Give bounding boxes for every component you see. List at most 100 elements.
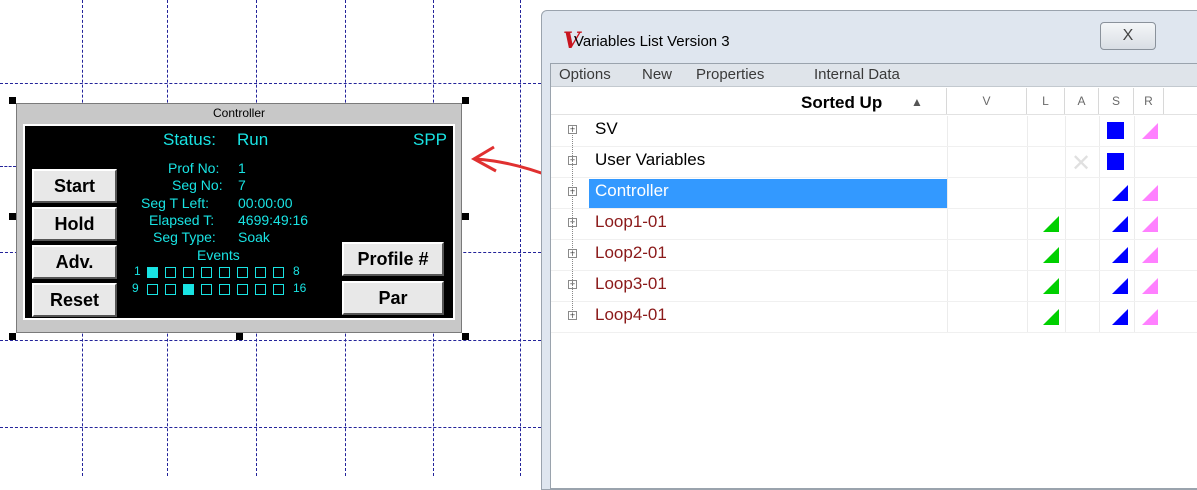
hold-button[interactable]: Hold <box>32 207 117 241</box>
cell-v <box>947 178 948 209</box>
column-header-r[interactable]: R <box>1134 88 1164 114</box>
cell-a <box>1065 240 1066 271</box>
cell-s <box>1099 178 1100 209</box>
events-row1-end: 8 <box>293 264 300 278</box>
seg-no-value: 7 <box>238 177 246 193</box>
event-indicator-1 <box>147 267 158 278</box>
column-header-s[interactable]: S <box>1099 88 1134 114</box>
blue-triangle-icon <box>1112 278 1128 294</box>
menu-internal-data[interactable]: Internal Data <box>814 66 900 83</box>
prof-no-label: Prof No: <box>168 160 220 176</box>
sort-label: Sorted Up <box>801 93 883 112</box>
reset-button[interactable]: Reset <box>32 283 117 317</box>
green-triangle-icon <box>1043 278 1059 294</box>
cell-l <box>1027 116 1028 147</box>
cell-s <box>1099 116 1100 147</box>
tree-row[interactable]: + Loop1-01 <box>551 209 1197 240</box>
cell-v <box>947 302 948 333</box>
events-row2-end: 16 <box>293 281 307 295</box>
status-value: Run <box>237 130 269 149</box>
event-indicator-10 <box>165 284 176 295</box>
tree-row[interactable]: + Loop4-01 <box>551 302 1197 333</box>
close-button[interactable]: X <box>1100 22 1156 50</box>
sort-header[interactable]: Sorted Up ▲ <box>551 88 947 114</box>
event-indicator-4 <box>201 267 212 278</box>
cell-l <box>1027 302 1028 333</box>
elapsed-time-value: 4699:49:16 <box>238 212 309 228</box>
cell-s <box>1099 240 1100 271</box>
profile-number-button[interactable]: Profile # <box>342 242 444 276</box>
cell-l <box>1027 271 1028 302</box>
seg-time-left-value: 00:00:00 <box>238 195 293 211</box>
cell-r <box>1134 178 1135 209</box>
cell-v <box>947 116 948 147</box>
tree-row-label[interactable]: User Variables <box>595 150 705 170</box>
cell-v <box>947 271 948 302</box>
pink-triangle-icon <box>1142 216 1158 232</box>
event-indicator-2 <box>165 267 176 278</box>
cell-a <box>1065 178 1066 209</box>
pink-triangle-icon <box>1142 247 1158 263</box>
advance-button[interactable]: Adv. <box>32 245 117 279</box>
event-indicator-6 <box>237 267 248 278</box>
window-client: Options New Properties Internal Data Sor… <box>550 63 1197 489</box>
event-indicator-14 <box>237 284 248 295</box>
blue-triangle-icon <box>1112 216 1128 232</box>
event-indicator-5 <box>219 267 230 278</box>
pink-triangle-icon <box>1142 185 1158 201</box>
tree-row[interactable]: + Loop3-01 <box>551 271 1197 302</box>
menu-options[interactable]: Options <box>559 66 611 83</box>
cell-r <box>1134 209 1135 240</box>
column-header-a[interactable]: A <box>1065 88 1099 114</box>
tree-row[interactable]: + Loop2-01 <box>551 240 1197 271</box>
menu-new[interactable]: New <box>642 66 672 83</box>
cell-r <box>1134 240 1135 271</box>
controller-title: Controller <box>212 106 266 120</box>
green-triangle-icon <box>1043 216 1059 232</box>
events-row1-start: 1 <box>134 264 141 278</box>
close-icon: X <box>1122 27 1134 44</box>
tree-row[interactable]: + SV <box>551 116 1197 147</box>
tree-row-label[interactable]: SV <box>595 119 618 139</box>
par-button[interactable]: Par <box>342 281 444 315</box>
tree-row[interactable]: + User Variables ✕ <box>551 147 1197 178</box>
cell-a <box>1065 209 1066 240</box>
cell-l <box>1027 209 1028 240</box>
tree-row-label[interactable]: Loop1-01 <box>595 212 667 232</box>
cell-a <box>1065 271 1066 302</box>
event-indicator-13 <box>219 284 230 295</box>
cell-r <box>1134 116 1135 147</box>
elapsed-time-label: Elapsed T: <box>149 212 215 228</box>
cell-v <box>947 209 948 240</box>
start-button[interactable]: Start <box>32 169 117 203</box>
tree-connector <box>572 125 573 320</box>
green-triangle-icon <box>1043 309 1059 325</box>
event-indicator-3 <box>183 267 194 278</box>
cell-s <box>1099 147 1100 178</box>
controller-widget[interactable]: Controller Status: Run SPP Prof No: 1 Se… <box>16 103 462 333</box>
column-header: Sorted Up ▲ V L A S R <box>551 88 1197 115</box>
blue-triangle-icon <box>1112 247 1128 263</box>
column-header-l[interactable]: L <box>1027 88 1065 114</box>
cell-v <box>947 240 948 271</box>
tree-row-label[interactable]: Loop3-01 <box>595 274 667 294</box>
tree-row[interactable]: + Controller <box>551 178 1197 209</box>
cell-r <box>1134 302 1135 333</box>
menu-properties[interactable]: Properties <box>696 66 764 83</box>
sort-arrow-icon: ▲ <box>911 95 923 109</box>
variables-list-window: V Variables List Version 3 X Options New… <box>541 10 1197 490</box>
row-separator <box>551 332 1197 333</box>
tree-row-label[interactable]: Controller <box>595 181 669 201</box>
pink-triangle-icon <box>1142 309 1158 325</box>
cell-s <box>1099 271 1100 302</box>
blue-triangle-icon <box>1112 185 1128 201</box>
cell-a <box>1065 302 1066 333</box>
tree-row-label[interactable]: Loop2-01 <box>595 243 667 263</box>
seg-type-value: Soak <box>238 229 270 245</box>
column-header-v[interactable]: V <box>947 88 1027 114</box>
tree-row-label[interactable]: Loop4-01 <box>595 305 667 325</box>
window-title: Variables List Version 3 <box>574 33 730 50</box>
prof-no-value: 1 <box>238 160 246 176</box>
blue-square-icon <box>1107 153 1124 170</box>
events-row2-start: 9 <box>132 281 139 295</box>
